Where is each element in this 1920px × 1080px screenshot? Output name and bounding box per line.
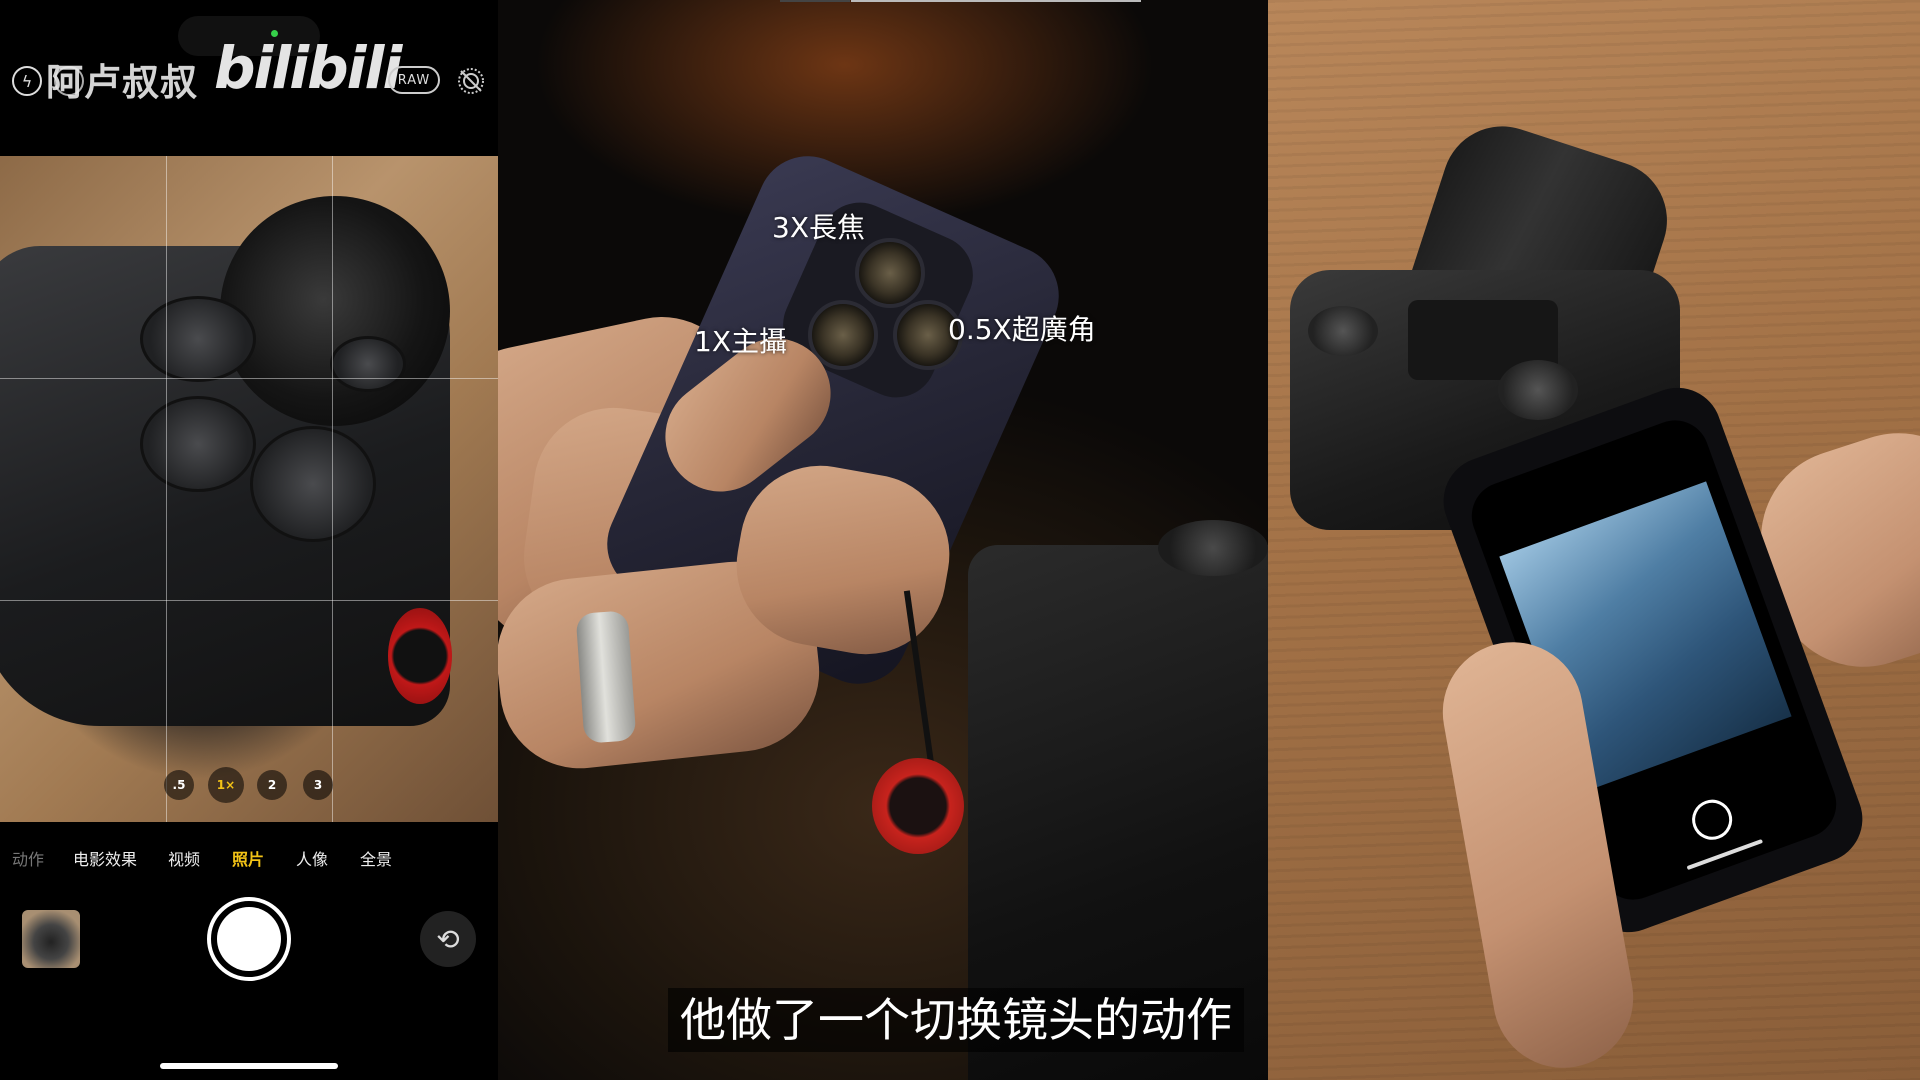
video-frame: 3X長焦 1X主攝 0.5X超廣角 他做了一个切换镜头的动作 xyxy=(498,0,1268,1080)
grid-line xyxy=(332,156,333,822)
progress-bar-track xyxy=(780,0,850,2)
camera-flip-icon: ⟲ xyxy=(436,922,460,956)
raw-toggle-button[interactable]: RAW xyxy=(388,66,440,94)
mode-cinematic[interactable]: 电影效果 xyxy=(73,846,137,870)
zoom-1x-button[interactable]: 1× xyxy=(208,767,244,803)
zoom-selector: .5 1× 2 3 xyxy=(0,767,498,803)
grid-line xyxy=(0,600,498,601)
mode-photo[interactable]: 照片 xyxy=(232,846,264,870)
home-indicator[interactable] xyxy=(160,1063,338,1069)
shutter-button[interactable] xyxy=(207,897,291,981)
bilibili-logo: bilibili xyxy=(214,34,402,102)
camera-mode-selector: 动作 电影效果 视频 照片 人像 全景 xyxy=(0,846,498,876)
camera-dial xyxy=(1308,306,1378,356)
last-photo-thumbnail[interactable] xyxy=(22,910,80,968)
shutter-button-inner xyxy=(217,907,281,971)
flash-toggle-button[interactable]: ϟ xyxy=(12,66,42,96)
camera-top-bar: ϟ 阿卢叔叔 bilibili RAW xyxy=(0,0,498,156)
tele-lens xyxy=(855,238,925,308)
mode-portrait[interactable]: 人像 xyxy=(296,846,328,870)
camera-dial xyxy=(1158,520,1268,576)
viewfinder-dial xyxy=(330,336,406,392)
lightning-icon: ϟ xyxy=(21,71,33,91)
grid-line xyxy=(166,156,167,822)
mode-video[interactable]: 视频 xyxy=(168,846,200,870)
camera-dial xyxy=(1498,360,1578,420)
tele-lens-label: 3X長焦 xyxy=(772,211,865,244)
camera-viewfinder[interactable] xyxy=(0,156,498,822)
red-lens-cap xyxy=(872,758,964,854)
live-photo-off-icon[interactable] xyxy=(456,66,486,96)
mode-pano[interactable]: 全景 xyxy=(360,846,392,870)
viewfinder-red-cap xyxy=(388,608,452,704)
viewfinder-dial xyxy=(250,426,376,542)
photo-frame xyxy=(1268,0,1920,1080)
mode-slo-mo[interactable]: 动作 xyxy=(12,846,44,870)
grid-line xyxy=(0,378,498,379)
progress-bar-fill xyxy=(851,0,1141,2)
viewfinder-dial xyxy=(140,296,256,382)
iphone-screen-shutter xyxy=(1686,794,1738,846)
zoom-0-5-button[interactable]: .5 xyxy=(164,770,194,800)
zoom-2x-button[interactable]: 2 xyxy=(257,770,287,800)
zoom-3x-button[interactable]: 3 xyxy=(303,770,333,800)
viewfinder-dial xyxy=(140,396,256,492)
video-subtitle: 他做了一个切换镜头的动作 xyxy=(668,988,1244,1052)
finger-ring xyxy=(575,610,637,744)
switch-camera-button[interactable]: ⟲ xyxy=(420,911,476,967)
camera-app-screen: ϟ 阿卢叔叔 bilibili RAW .5 1× 2 3 动作 电影效果 视频 xyxy=(0,0,498,1080)
viewfinder-camera-lens xyxy=(220,196,450,426)
uploader-watermark: 阿卢叔叔 xyxy=(46,61,198,104)
ultrawide-lens-label: 0.5X超廣角 xyxy=(948,313,1096,346)
main-lens-label: 1X主攝 xyxy=(694,325,787,358)
